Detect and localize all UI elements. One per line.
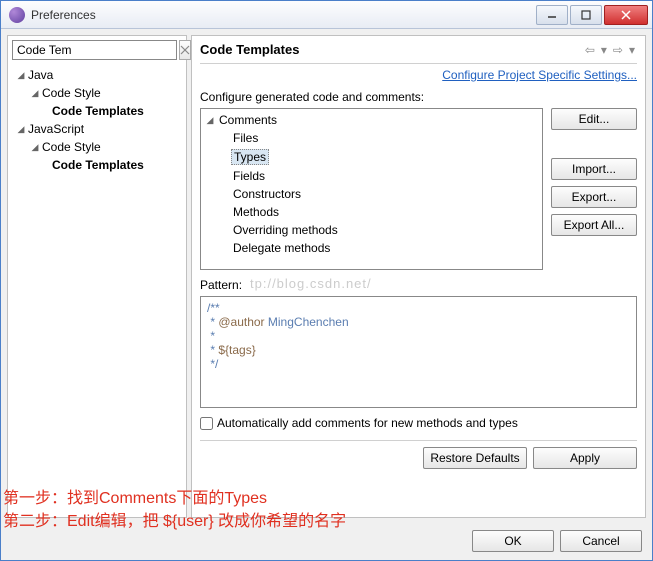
forward-button[interactable]: ⇨ [611,43,625,57]
cancel-button[interactable]: Cancel [560,530,642,552]
close-button[interactable] [604,5,648,25]
window-buttons [536,5,648,25]
filter-row [12,40,182,60]
restore-defaults-button[interactable]: Restore Defaults [423,447,527,469]
dialog-footer: OK Cancel [1,524,652,560]
import-button[interactable]: Import... [551,158,637,180]
divider [200,440,637,441]
expand-icon: ◢ [205,115,215,126]
pattern-box[interactable]: /** * @author MingChenchen * * ${tags} *… [200,296,637,408]
apply-button[interactable]: Apply [533,447,637,469]
expand-icon: ◢ [16,70,26,81]
defaults-row: Restore Defaults Apply [200,447,637,469]
back-menu[interactable]: ▾ [599,43,609,57]
expand-icon: ◢ [30,142,40,153]
templates-tree[interactable]: ◢Comments Files Types Fields Constructor… [200,108,543,270]
templates-methods[interactable]: Methods [201,203,542,221]
auto-add-row: Automatically add comments for new metho… [200,416,637,430]
tree-code-style-java[interactable]: ◢Code Style [12,84,182,102]
forward-menu[interactable]: ▾ [627,43,637,57]
templates-constructors[interactable]: Constructors [201,185,542,203]
template-buttons: Edit... Import... Export... Export All..… [551,108,637,270]
tree-java[interactable]: ◢Java [12,66,182,84]
pattern-line: */ [207,357,630,371]
filter-input[interactable] [12,40,177,60]
content-area: ◢Java ◢Code Style Code Templates ◢JavaSc… [1,29,652,524]
tree-javascript[interactable]: ◢JavaScript [12,120,182,138]
templates-row: ◢Comments Files Types Fields Constructor… [200,108,637,270]
left-pane: ◢Java ◢Code Style Code Templates ◢JavaSc… [7,35,187,518]
right-pane: Code Templates ⇦▾ ⇨▾ Configure Project S… [191,35,646,518]
templates-types[interactable]: Types [201,147,542,167]
minimize-button[interactable] [536,5,568,25]
nav-history: ⇦▾ ⇨▾ [583,43,637,57]
tree-code-templates-java[interactable]: Code Templates [12,102,182,120]
preferences-window: Preferences ◢Java ◢Code Style Code Templ… [0,0,653,561]
tree-code-style-js[interactable]: ◢Code Style [12,138,182,156]
filter-clear-button[interactable] [179,40,191,60]
right-header: Code Templates ⇦▾ ⇨▾ [200,42,637,64]
tree-code-templates-js[interactable]: Code Templates [12,156,182,174]
back-button[interactable]: ⇦ [583,43,597,57]
ok-button[interactable]: OK [472,530,554,552]
project-settings-link[interactable]: Configure Project Specific Settings... [442,68,637,82]
pattern-line: * [207,329,630,343]
templates-comments[interactable]: ◢Comments [201,111,542,129]
templates-delegate[interactable]: Delegate methods [201,239,542,257]
templates-overriding[interactable]: Overriding methods [201,221,542,239]
templates-fields[interactable]: Fields [201,167,542,185]
titlebar: Preferences [1,1,652,29]
expand-icon: ◢ [30,88,40,99]
expand-icon: ◢ [16,124,26,135]
window-title: Preferences [31,8,536,22]
maximize-button[interactable] [570,5,602,25]
app-icon [9,7,25,23]
nav-tree: ◢Java ◢Code Style Code Templates ◢JavaSc… [12,66,182,174]
config-label: Configure generated code and comments: [200,90,637,104]
watermark: tp://blog.csdn.net/ [250,276,372,291]
export-all-button[interactable]: Export All... [551,214,637,236]
pattern-line: /** [207,301,630,315]
export-button[interactable]: Export... [551,186,637,208]
auto-add-checkbox[interactable] [200,417,213,430]
page-title: Code Templates [200,42,299,57]
templates-files[interactable]: Files [201,129,542,147]
auto-add-label: Automatically add comments for new metho… [217,416,518,430]
pattern-label: Pattern: tp://blog.csdn.net/ [200,278,637,292]
edit-button[interactable]: Edit... [551,108,637,130]
config-link-row: Configure Project Specific Settings... [200,68,637,82]
